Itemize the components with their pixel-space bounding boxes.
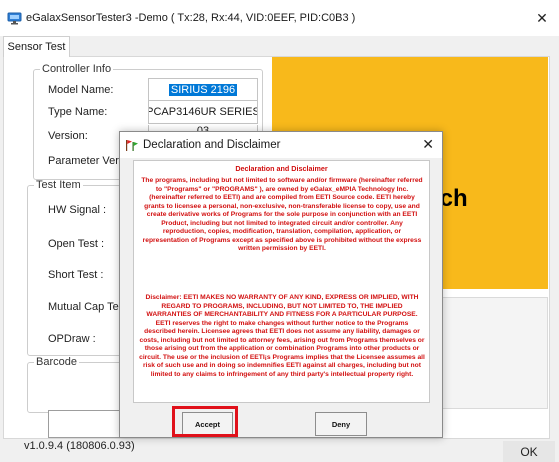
window-title: eGalaxSensorTester3 -Demo ( Tx:28, Rx:44…	[26, 12, 356, 24]
window-titlebar: eGalaxSensorTester3 -Demo ( Tx:28, Rx:44…	[0, 0, 559, 36]
dialog-titlebar: Declaration and Disclaimer ✕	[120, 132, 442, 158]
test-item-legend: Test Item	[36, 179, 81, 191]
open-test-label: Open Test :	[48, 238, 105, 250]
disclaimer-paragraph-2: Disclaimer: EETI MAKES NO WARRANTY OF AN…	[139, 294, 425, 378]
short-test-label: Short Test :	[48, 269, 104, 281]
type-name-label: Type Name:	[48, 106, 108, 118]
accept-highlight-box	[172, 406, 238, 437]
opdraw-label: OPDraw :	[48, 333, 96, 345]
disclaimer-dialog: Declaration and Disclaimer ✕ Declaration…	[119, 131, 443, 438]
model-name-label: Model Name:	[48, 84, 114, 96]
controller-info-legend: Controller Info	[42, 63, 112, 75]
model-name-value: SIRIUS 2196	[168, 84, 238, 96]
ok-button[interactable]: OK	[503, 441, 555, 462]
app-monitor-icon	[7, 11, 22, 26]
disclaimer-paragraph-1: The programs, including but not limited …	[141, 177, 423, 252]
tab-sensor-test[interactable]: Sensor Test	[3, 36, 70, 57]
dialog-close-button[interactable]: ✕	[422, 136, 434, 153]
version-label: Version:	[48, 130, 88, 142]
warning-flags-icon	[125, 138, 139, 152]
disclaimer-heading: Declaration and Disclaimer	[235, 164, 328, 173]
dialog-title: Declaration and Disclaimer	[143, 139, 281, 151]
disclaimer-text-area[interactable]: Declaration and Disclaimer The programs,…	[133, 160, 430, 403]
model-name-field[interactable]: SIRIUS 2196	[148, 78, 258, 102]
barcode-legend: Barcode	[36, 356, 77, 368]
version-text: v1.0.9.4 (180806.0.93)	[24, 440, 135, 452]
hw-signal-label: HW Signal :	[48, 204, 107, 216]
window-close-button[interactable]: ✕	[525, 0, 559, 36]
deny-button[interactable]: Deny	[315, 412, 367, 436]
type-name-field[interactable]: PCAP3146UR SERIES	[148, 100, 258, 124]
